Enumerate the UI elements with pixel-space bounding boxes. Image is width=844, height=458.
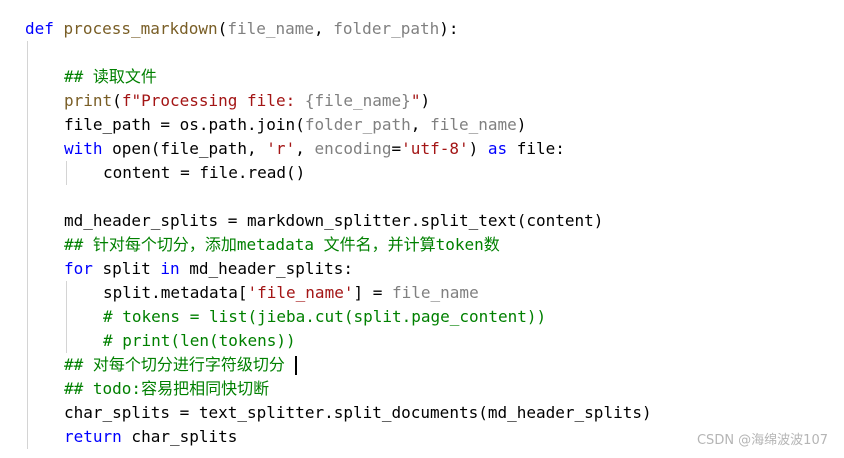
code-token: with [64,139,103,158]
code-line[interactable]: with open(file_path, 'r', encoding='utf-… [64,137,565,161]
code-line[interactable]: # tokens = list(jieba.cut(split.page_con… [103,305,546,329]
watermark-text: CSDN @海绵波波107 [696,433,828,448]
code-token: f"Processing file: [121,91,305,110]
code-token: " [410,91,421,110]
code-line[interactable]: ## 针对每个切分，添加metadata 文件名，并计算token数 [64,233,500,257]
code-token: ) [420,91,431,110]
code-token: def [25,19,54,38]
code-token: ( [217,19,228,38]
code-line[interactable]: file_path = os.path.join(folder_path, fi… [64,113,526,137]
code-token: ## 针对每个切分，添加metadata 文件名，并计算token数 [64,235,500,254]
code-token: content = file.read [103,163,287,182]
code-token: 'r' [266,139,296,158]
code-token: ) [468,139,488,158]
code-line[interactable]: for split in md_header_splits: [64,257,353,281]
code-token: ) [516,115,527,134]
code-token: process_markdown [63,19,218,38]
code-token: ( [112,91,122,110]
code-token: md_header_splits: [179,259,353,278]
code-token: ): [439,19,459,38]
code-line[interactable]: ## 对每个切分进行字符级切分 [64,353,297,377]
code-token: {file_name} [304,91,411,110]
code-token: file_name [430,115,517,134]
code-token: for [64,259,93,278]
code-token: ## todo:容易把相同快切断 [64,379,270,398]
code-line[interactable]: print(f"Processing file: {file_name}") [64,89,430,113]
code-token: split.metadata[ [103,283,248,302]
code-token: char_splits = text_splitter.split_docume… [64,403,652,422]
indent-guide [66,281,67,305]
code-token: in [160,259,180,278]
text-cursor [294,356,297,375]
code-token: return [64,427,122,446]
code-token: open(file_path, [102,139,267,158]
code-line[interactable]: ## todo:容易把相同快切断 [64,377,269,401]
code-line[interactable]: # print(len(tokens)) [103,329,296,353]
code-token: encoding [314,139,392,158]
code-token: () [286,163,306,182]
code-line[interactable]: md_header_splits = markdown_splitter.spl… [64,209,603,233]
code-token: ## 读取文件 [64,67,157,86]
code-line[interactable]: char_splits = text_splitter.split_docume… [64,401,652,425]
code-line[interactable]: split.metadata['file_name'] = file_name [103,281,479,305]
code-token: ] = [353,283,392,302]
indent-guide [66,305,67,329]
code-token: folder_path [304,115,411,134]
code-token: char_splits [121,427,238,446]
code-token: as [487,139,508,158]
indent-guide [66,329,67,353]
code-token: # tokens = list(jieba.cut(split.page_con… [103,307,547,326]
code-token: file: [507,139,565,158]
code-token: ## 对每个切分进行字符级切分 [64,355,295,374]
code-token: 'file_name' [247,283,354,302]
code-token: folder_path [333,19,440,38]
code-token: # print(len(tokens)) [103,331,296,350]
indent-guide [66,161,67,185]
code-token: = [391,139,402,158]
code-editor[interactable]: def process_markdown(file_name, folder_p… [0,0,844,458]
code-token: , [314,19,334,38]
code-token: print [64,91,113,110]
code-token: , [295,139,315,158]
code-token: split [92,259,161,278]
code-token: md_header_splits = markdown_splitter.spl… [64,211,604,230]
indent-guide [27,41,28,449]
code-line[interactable]: content = file.read() [103,161,305,185]
code-token: file_path = os.path.join( [64,115,305,134]
code-token: file_name [227,19,315,38]
code-line[interactable]: ## 读取文件 [64,65,157,89]
code-token: , [410,115,431,134]
code-token: 'utf-8' [401,139,469,158]
code-token: file_name [392,283,479,302]
code-line[interactable]: def process_markdown(file_name, folder_p… [25,17,459,41]
code-line[interactable]: return char_splits [64,425,237,449]
